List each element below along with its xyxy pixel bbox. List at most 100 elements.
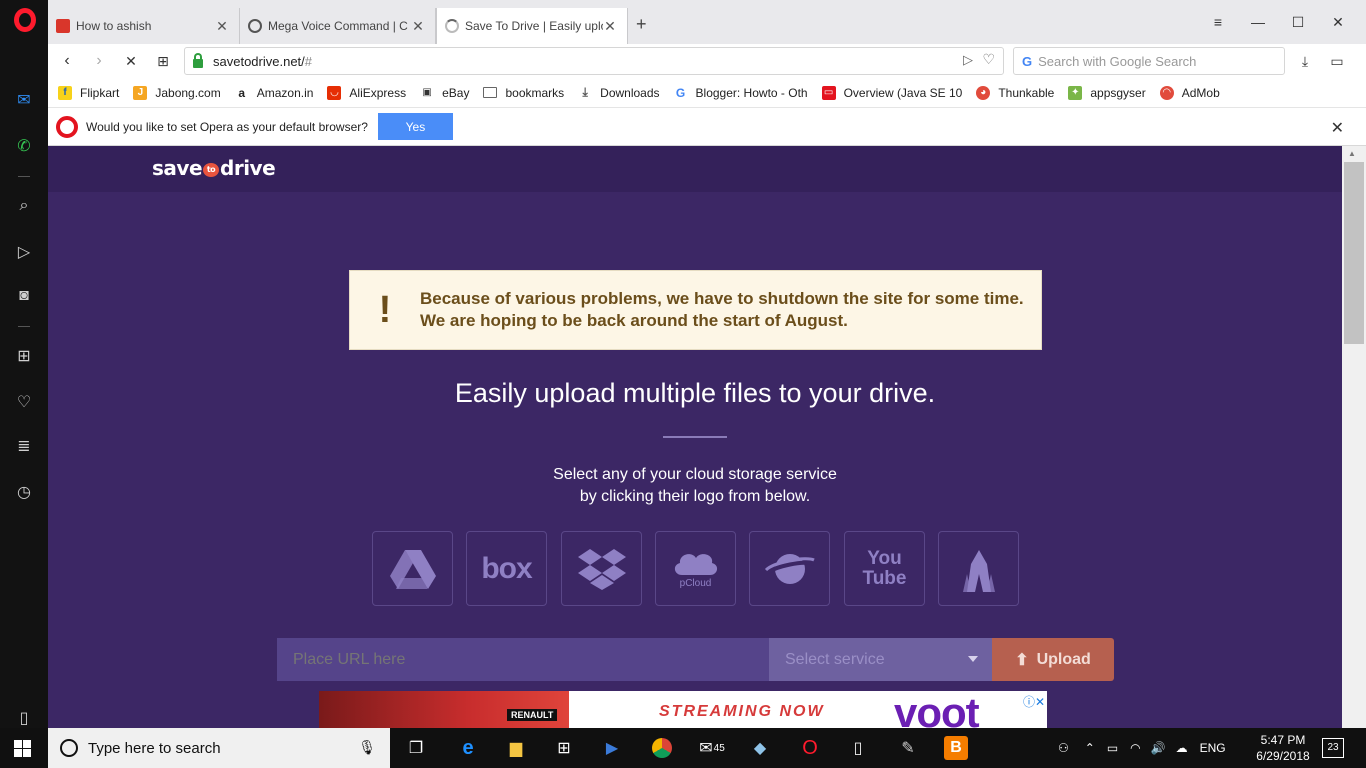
- tab-save-to-drive[interactable]: Save To Drive | Easily uplo ✕: [436, 8, 628, 44]
- advertisement-banner[interactable]: RENAULT STREAMING NOW voot ⓘ✕: [319, 691, 1047, 728]
- bookmark-admob[interactable]: ◠ AdMob: [1159, 85, 1220, 100]
- amazon-icon: a: [234, 85, 249, 100]
- bookmark-jabong[interactable]: J Jabong.com: [133, 85, 221, 100]
- box-button[interactable]: box: [466, 531, 547, 606]
- close-window-icon[interactable]: ✕: [1318, 8, 1358, 36]
- navigation-bar: ‹ › ✕ ⊞ savetodrive.net/# ▷ ♡ G Search w…: [48, 44, 1366, 78]
- volume-icon[interactable]: 🔊: [1151, 741, 1166, 755]
- onedrive-icon[interactable]: ☁: [1176, 741, 1188, 755]
- taskbar-search[interactable]: Type here to search 🎙: [48, 728, 390, 768]
- maximize-icon[interactable]: ☐: [1278, 8, 1318, 36]
- search-icon[interactable]: ⌕: [10, 192, 38, 220]
- app-icon[interactable]: ◆: [748, 736, 772, 760]
- bookmark-label: appsgyser: [1090, 85, 1146, 100]
- instruction-line: Select any of your cloud storage service: [553, 466, 837, 483]
- wifi-icon[interactable]: ◠: [1130, 741, 1140, 755]
- blogger-icon[interactable]: B: [944, 736, 968, 760]
- bookmark-appsgyser[interactable]: ✦ appsgyser: [1068, 85, 1146, 100]
- bookmark-label: Jabong.com: [155, 85, 221, 100]
- bookmark-label: Thunkable: [998, 85, 1055, 100]
- pcloud-button[interactable]: pCloud: [655, 531, 736, 606]
- chevron-up-icon[interactable]: ⌃: [1085, 741, 1095, 755]
- microphone-icon[interactable]: 🎙: [358, 739, 376, 756]
- service-select[interactable]: Select service: [769, 638, 992, 681]
- history-icon[interactable]: ◷: [10, 478, 38, 506]
- scroll-thumb[interactable]: [1344, 162, 1364, 344]
- bookmark-flipkart[interactable]: f Flipkart: [58, 85, 119, 100]
- site-logo[interactable]: save to drive: [152, 156, 276, 180]
- camera-icon[interactable]: ◙: [10, 282, 38, 310]
- scroll-up-icon[interactable]: ▲: [1348, 149, 1356, 158]
- edge-icon[interactable]: e: [456, 736, 480, 760]
- opera-menu-icon[interactable]: [14, 8, 36, 32]
- minimize-icon[interactable]: —: [1238, 8, 1278, 36]
- building-icon: [962, 549, 995, 592]
- battery-icon[interactable]: ▭: [1107, 741, 1118, 755]
- bookmark-thunkable[interactable]: ◕ Thunkable: [976, 85, 1055, 100]
- forward-icon[interactable]: ›: [88, 50, 110, 72]
- download-icon: ⤓: [578, 85, 593, 100]
- clock[interactable]: 5:47 PM 6/29/2018: [1253, 732, 1313, 764]
- sidebar-divider: [18, 326, 30, 327]
- file-explorer-icon[interactable]: ▆: [504, 736, 528, 760]
- task-view-icon[interactable]: ❐: [404, 736, 428, 760]
- ad-close-icon[interactable]: ⓘ✕: [1023, 693, 1045, 710]
- battery-saver-icon[interactable]: ▭: [1326, 50, 1348, 72]
- news-icon[interactable]: ≣: [10, 432, 38, 460]
- yes-button[interactable]: Yes: [377, 113, 453, 140]
- tab-menu-icon[interactable]: ≡: [1198, 8, 1238, 36]
- messenger-icon[interactable]: ✉: [10, 86, 38, 114]
- notification-center-icon[interactable]: 23: [1322, 738, 1344, 758]
- stop-loading-icon[interactable]: ✕: [120, 50, 142, 72]
- opera-taskbar-icon[interactable]: O: [798, 736, 822, 760]
- search-box[interactable]: G Search with Google Search: [1013, 47, 1285, 75]
- windows-start-icon[interactable]: [14, 740, 31, 757]
- sidebar-divider: [18, 176, 30, 177]
- store-icon[interactable]: ⊞: [552, 736, 576, 760]
- ad-stream-text: STREAMING NOW: [659, 703, 825, 720]
- heart-icon[interactable]: ♡: [10, 388, 38, 416]
- back-icon[interactable]: ‹: [56, 50, 78, 72]
- url-input[interactable]: [277, 638, 769, 681]
- mediafire-button[interactable]: [749, 531, 830, 606]
- bookmark-folder[interactable]: bookmarks: [483, 86, 564, 100]
- youtube-button[interactable]: You Tube: [844, 531, 925, 606]
- address-bar[interactable]: savetodrive.net/# ▷ ♡: [184, 47, 1004, 75]
- paint-icon[interactable]: ✎: [896, 736, 920, 760]
- tabs-grid-icon[interactable]: ⊞: [152, 50, 174, 72]
- google-drive-button[interactable]: [372, 531, 453, 606]
- speed-dial-icon[interactable]: ⊞: [10, 342, 38, 370]
- bookmark-ebay[interactable]: ▣ eBay: [420, 85, 469, 100]
- send-icon[interactable]: ▷: [10, 238, 38, 266]
- mail-icon[interactable]: ✉ 45: [699, 736, 725, 760]
- dropbox-button[interactable]: [561, 531, 642, 606]
- media-player-icon[interactable]: ▶: [600, 736, 624, 760]
- lock-icon: [193, 52, 203, 68]
- box-logo-icon: box: [481, 551, 532, 585]
- bookmark-java-overview[interactable]: ▭ Overview (Java SE 10: [821, 85, 962, 100]
- bookmark-amazon[interactable]: a Amazon.in: [234, 85, 314, 100]
- tab-mega-voice-command[interactable]: Mega Voice Command | C ✕: [240, 8, 436, 44]
- page-scrollbar[interactable]: ▲: [1342, 146, 1366, 728]
- bookmark-label: Amazon.in: [256, 85, 314, 100]
- bookmark-aliexpress[interactable]: ◡ AliExpress: [327, 85, 406, 100]
- notepad-icon[interactable]: ▯: [846, 736, 870, 760]
- tab-close-icon[interactable]: ✕: [603, 18, 617, 35]
- tab-how-to-ashish[interactable]: How to ashish ✕: [48, 8, 240, 44]
- close-icon[interactable]: ✕: [1331, 118, 1344, 138]
- send-to-flow-icon[interactable]: ▷: [963, 52, 973, 68]
- chrome-icon[interactable]: [650, 736, 674, 760]
- new-tab-plus-icon[interactable]: +: [636, 14, 647, 35]
- bookmark-downloads[interactable]: ⤓ Downloads: [578, 85, 660, 100]
- upload-button[interactable]: ⬆ Upload: [992, 638, 1114, 681]
- tab-close-icon[interactable]: ✕: [411, 18, 425, 35]
- tab-close-icon[interactable]: ✕: [215, 18, 229, 35]
- bookmark-blogger[interactable]: G Blogger: Howto - Oth: [673, 85, 808, 100]
- download-icon[interactable]: ⤓: [1294, 50, 1316, 72]
- bookmark-heart-icon[interactable]: ♡: [982, 51, 995, 68]
- people-icon[interactable]: ⚇: [1058, 741, 1069, 755]
- language-indicator[interactable]: ENG: [1200, 741, 1226, 755]
- tab-label: Save To Drive | Easily uplo: [465, 19, 603, 33]
- whatsapp-icon[interactable]: ✆: [10, 132, 38, 160]
- yandex-button[interactable]: [938, 531, 1019, 606]
